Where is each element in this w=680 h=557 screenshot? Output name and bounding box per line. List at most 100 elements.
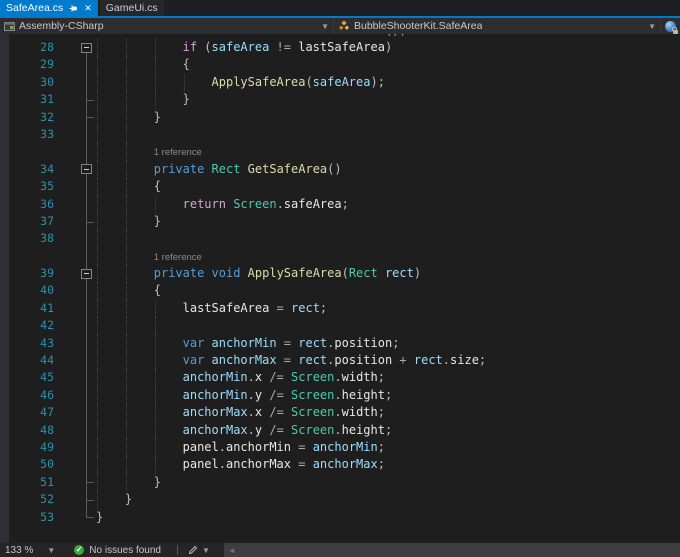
indent-guide	[154, 438, 156, 457]
indent-guide	[154, 39, 156, 57]
code-text: var anchorMin = rect.position;	[182, 335, 400, 350]
code-line[interactable]: 51}	[0, 473, 680, 492]
indent-guide	[97, 212, 98, 231]
code-line[interactable]: 47 anchorMax.x /= Screen.width;	[0, 404, 680, 422]
codelens-row[interactable]: 1 reference	[0, 143, 680, 161]
code-line[interactable]: 28 if (safeArea != lastSafeArea)	[0, 39, 680, 57]
code-text: {	[153, 179, 161, 194]
project-dropdown[interactable]: Assembly-CSharp ▼	[0, 18, 333, 34]
scroll-left-icon[interactable]: ◄	[228, 546, 236, 555]
code-line[interactable]: 31}	[0, 91, 680, 109]
code-line[interactable]: 53}	[0, 508, 680, 526]
check-icon: ✓	[74, 545, 85, 555]
editor-controls: 133 % ▼ ✓ No issues found ▼	[0, 543, 210, 557]
codelens-reference[interactable]: 1 reference	[154, 249, 202, 265]
line-number: 41	[40, 300, 54, 315]
codelens-reference[interactable]: 1 reference	[154, 144, 202, 160]
fold-guide-line	[86, 369, 87, 387]
code-text: anchorMax.y /= Screen.height;	[182, 422, 393, 437]
fold-column	[60, 317, 96, 335]
code-line[interactable]: 46 anchorMin.y /= Screen.height;	[0, 386, 680, 405]
fold-collapse-icon[interactable]	[81, 268, 92, 279]
code-line[interactable]: 40 {	[0, 282, 680, 300]
line-number: 53	[40, 509, 54, 524]
code-line[interactable]: 39 private void ApplySafeArea(Rect rect)	[0, 265, 680, 283]
line-number: 38	[40, 231, 54, 246]
code-cell: }	[96, 91, 680, 109]
code-text: anchorMax.x /= Screen.width;	[182, 405, 385, 420]
code-editor[interactable]: (); 28if (safeArea != lastSafeArea)29{30…	[0, 34, 680, 543]
indent-guide	[97, 438, 98, 457]
fold-collapse-icon[interactable]	[81, 42, 92, 53]
health-indicator[interactable]: ✓ No issues found	[74, 545, 161, 556]
line-number: 51	[40, 474, 54, 489]
indent-guide	[125, 334, 127, 353]
fold-collapse-icon[interactable]	[81, 164, 92, 175]
indent-guide	[125, 386, 127, 405]
indent-guide	[97, 352, 98, 370]
indent-guide	[97, 473, 98, 492]
indent-guide	[125, 299, 127, 318]
code-cell: }	[96, 509, 680, 526]
editor-actions-button[interactable]: ▼	[188, 545, 210, 555]
code-line[interactable]: 34 private Rect GetSafeArea()	[0, 160, 680, 179]
code-line[interactable]: 41 lastSafeArea = rect;	[0, 299, 680, 318]
line-number: 52	[40, 492, 54, 507]
code-line[interactable]: 37}	[0, 212, 680, 231]
code-line[interactable]: 49 panel.anchorMin = anchorMin;	[0, 438, 680, 457]
indent-guide	[125, 247, 127, 266]
indent-guide	[97, 230, 98, 248]
code-line[interactable]: 38	[0, 230, 680, 248]
code-line[interactable]: 32}	[0, 108, 680, 126]
horizontal-scrollbar[interactable]: ◄	[223, 543, 680, 557]
code-line[interactable]: 48 anchorMax.y /= Screen.height;	[0, 421, 680, 439]
code-line[interactable]: 33	[0, 125, 680, 144]
chevron-down-icon: ▼	[648, 21, 656, 31]
line-number: 50	[40, 457, 54, 472]
fold-column	[60, 108, 96, 126]
type-name: BubbleShooterKit.SafeArea	[353, 20, 483, 32]
code-line[interactable]: 52}	[0, 491, 680, 509]
line-number: 39	[40, 266, 54, 281]
fold-column[interactable]	[60, 39, 96, 57]
code-line[interactable]: 43 var anchorMin = rect.position;	[0, 334, 680, 353]
indent-guide	[125, 421, 127, 439]
code-line[interactable]: 50 panel.anchorMax = anchorMax;	[0, 456, 680, 474]
fold-column[interactable]	[60, 265, 96, 283]
indent-guide	[97, 334, 98, 353]
indent-guide	[125, 160, 127, 179]
code-line[interactable]: 30 ApplySafeArea(safeArea);	[0, 73, 680, 92]
line-number: 31	[40, 92, 54, 107]
fold-column	[60, 230, 96, 248]
codelens-row[interactable]: 1 reference	[0, 247, 680, 266]
indent-guide	[97, 369, 98, 387]
fold-guide-line	[86, 456, 87, 474]
type-dropdown[interactable]: BubbleShooterKit.SafeArea ▼	[332, 18, 660, 34]
fold-column	[60, 282, 96, 300]
line-number: 48	[40, 422, 54, 437]
fold-column	[60, 421, 96, 439]
close-icon[interactable]: ✕	[84, 3, 92, 13]
code-text: panel.anchorMin = anchorMin;	[182, 439, 385, 454]
code-line[interactable]: 36 return Screen.safeArea;	[0, 195, 680, 213]
code-line[interactable]: 42	[0, 317, 680, 335]
code-line[interactable]: 44 var anchorMax = rect.position + rect.s…	[0, 352, 680, 370]
code-line[interactable]: 35 {	[0, 178, 680, 196]
fold-column[interactable]	[60, 160, 96, 179]
indent-guide	[97, 125, 98, 144]
zoom-dropdown[interactable]: 133 % ▼	[0, 545, 60, 556]
pin-icon[interactable]	[69, 4, 78, 13]
indent-guide	[125, 212, 127, 231]
member-dropdown[interactable]	[660, 18, 680, 34]
indent-guide	[154, 299, 156, 318]
line-number: 34	[40, 161, 54, 176]
tab-safearea[interactable]: SafeArea.cs ✕	[0, 0, 98, 16]
tab-gameui[interactable]: GameUi.cs	[99, 0, 164, 16]
code-text: panel.anchorMax = anchorMax;	[182, 457, 385, 472]
fold-guide-line	[86, 73, 87, 92]
line-number: 29	[40, 57, 54, 72]
code-cell: {	[96, 56, 680, 74]
code-line[interactable]: 45 anchorMin.x /= Screen.width;	[0, 369, 680, 387]
indent-guide	[125, 265, 127, 283]
code-line[interactable]: 29 {	[0, 56, 680, 74]
